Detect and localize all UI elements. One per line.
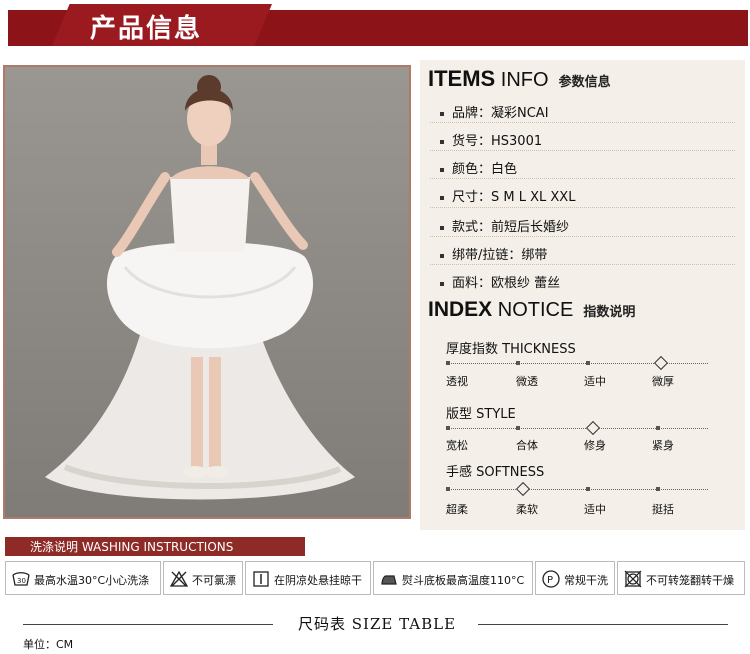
- scale-label: 适中: [584, 375, 606, 388]
- info-row-closure: 绑带/拉链：绑带: [440, 244, 547, 263]
- dry-clean-icon: P: [542, 570, 560, 588]
- size-table-title: 尺码表 SIZE TABLE: [298, 615, 457, 633]
- scale-dot: [446, 361, 450, 365]
- no-bleach-icon: [169, 570, 189, 587]
- product-photo: [3, 65, 411, 519]
- scale-label: 挺括: [652, 503, 674, 516]
- info-row-size: 尺寸：S M L XL XXL: [440, 186, 575, 205]
- scale-title-style: 版型 STYLE: [446, 407, 516, 422]
- wash-item: 在阴凉处悬挂晾干: [245, 561, 371, 595]
- bullet-icon: [440, 225, 444, 230]
- scale-label: 超柔: [446, 503, 468, 516]
- bullet-icon: [440, 253, 444, 258]
- scale-dot: [516, 361, 520, 365]
- scale-dot: [656, 426, 660, 430]
- divider: [430, 178, 735, 179]
- info-row-style: 款式：前短后长婚纱: [440, 216, 569, 235]
- scale-line: [446, 363, 708, 364]
- info-row-text: 货号：HS3001: [452, 134, 543, 149]
- wash-text: 不可氯漂: [192, 574, 236, 587]
- info-row-text: 尺寸：S M L XL XXL: [452, 190, 576, 205]
- info-row-text: 面料：欧根纱 蕾丝: [452, 276, 561, 291]
- scale-dot: [656, 487, 660, 491]
- index-heading-cn: 指数说明: [583, 305, 636, 320]
- divider: [430, 264, 735, 265]
- scale-label: 修身: [584, 439, 606, 452]
- wash-text: 常规干洗: [564, 574, 608, 587]
- info-panel: ITEMS INFO 参数信息 品牌：凝彩NCAI 货号：HS3001 颜色：白色…: [420, 60, 745, 530]
- size-unit: 单位：CM: [23, 638, 74, 651]
- info-row-text: 品牌：凝彩NCAI: [452, 106, 549, 121]
- divider: [430, 150, 735, 151]
- info-row-sku: 货号：HS3001: [440, 130, 542, 149]
- items-heading-cn: 参数信息: [558, 75, 611, 90]
- iron-icon: [381, 575, 397, 585]
- info-row-fabric: 面料：欧根纱 蕾丝: [440, 272, 560, 291]
- scale-dot: [516, 426, 520, 430]
- scale-label: 紧身: [652, 439, 674, 452]
- scale-dot: [446, 487, 450, 491]
- bullet-icon: [440, 111, 444, 116]
- scale-label: 微厚: [652, 375, 674, 388]
- selected-diamond-icon: [653, 355, 669, 371]
- scale-label: 透视: [446, 375, 468, 388]
- divider: [478, 624, 728, 625]
- washing-title: 洗涤说明 WASHING INSTRUCTIONS: [30, 540, 234, 554]
- scale-label: 宽松: [446, 439, 468, 452]
- wash-item: 不可氯漂: [163, 561, 243, 595]
- info-row-text: 款式：前短后长婚纱: [452, 220, 570, 235]
- bullet-icon: [440, 281, 444, 286]
- header-banner: 产品信息: [0, 0, 750, 50]
- index-heading-bold: INDEX: [428, 298, 493, 321]
- washing-instructions: 30 最高水温30°C小心洗涤 不可氯漂 在阴凉处悬挂晾干 熨斗底板最高温度11…: [5, 561, 745, 597]
- bullet-icon: [440, 167, 444, 172]
- scale-title-softness: 手感 SOFTNESS: [446, 465, 545, 480]
- divider: [430, 122, 735, 123]
- line-dry-shade-icon: [253, 571, 269, 587]
- scale-line: [446, 489, 708, 490]
- bullet-icon: [440, 195, 444, 200]
- scale-dot: [446, 426, 450, 430]
- page-title: 产品信息: [90, 14, 203, 44]
- wash-text: 最高水温30°C小心洗涤: [34, 574, 150, 587]
- selected-diamond-icon: [515, 481, 531, 497]
- bullet-icon: [440, 139, 444, 144]
- wash-text: 不可转笼翻转干燥: [646, 574, 734, 587]
- wash-text: 熨斗底板最高温度110°C: [402, 574, 525, 587]
- wash-item: 熨斗底板最高温度110°C: [373, 561, 533, 595]
- divider: [430, 207, 735, 208]
- wash-item: 30 最高水温30°C小心洗涤: [5, 561, 161, 595]
- items-info-heading: ITEMS INFO 参数信息: [428, 66, 611, 92]
- wash-30-icon: 30: [12, 572, 30, 586]
- no-tumble-dry-icon: [624, 570, 642, 588]
- items-heading-bold: ITEMS: [428, 66, 496, 91]
- scale-dot: [586, 361, 590, 365]
- wash-item: P 常规干洗: [535, 561, 615, 595]
- wedding-dress-image: [5, 67, 409, 517]
- selected-diamond-icon: [585, 420, 601, 436]
- scale-line: [446, 428, 708, 429]
- scale-label: 适中: [584, 503, 606, 516]
- items-heading-thin: INFO: [495, 69, 549, 91]
- divider: [23, 624, 273, 625]
- index-notice-heading: INDEX NOTICE 指数说明: [428, 298, 635, 322]
- wash-item: 不可转笼翻转干燥: [617, 561, 745, 595]
- info-row-text: 绑带/拉链：绑带: [452, 248, 548, 263]
- scale-label: 合体: [516, 439, 538, 452]
- divider: [430, 236, 735, 237]
- info-row-text: 颜色：白色: [452, 162, 518, 177]
- scale-label: 柔软: [516, 503, 538, 516]
- info-row-brand: 品牌：凝彩NCAI: [440, 102, 549, 121]
- scale-title-thickness: 厚度指数 THICKNESS: [446, 342, 576, 357]
- scale-dot: [586, 487, 590, 491]
- wash-temp-label: 30: [17, 577, 26, 585]
- info-row-color: 颜色：白色: [440, 158, 517, 177]
- wash-text: 在阴凉处悬挂晾干: [274, 574, 362, 587]
- index-heading-thin: NOTICE: [492, 299, 574, 321]
- scale-label: 微透: [516, 375, 538, 388]
- dry-clean-letter: P: [547, 575, 553, 586]
